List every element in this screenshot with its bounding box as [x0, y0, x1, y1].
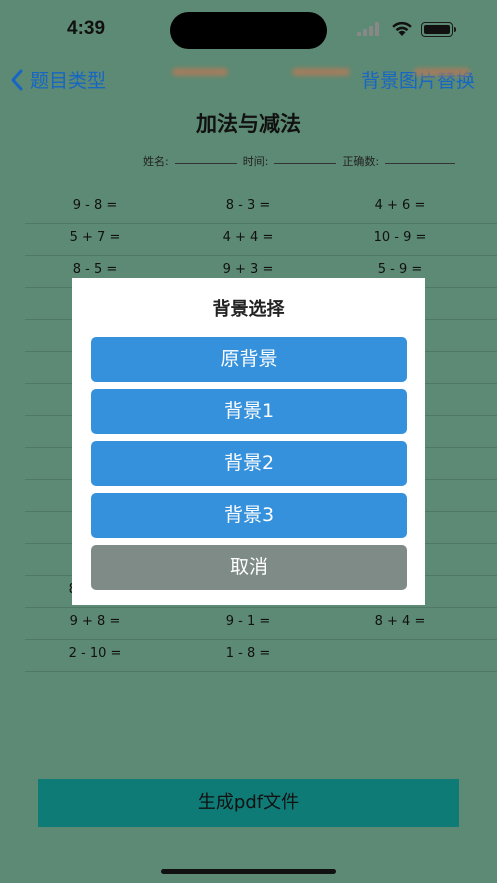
background-3-button[interactable]: 背景3 [91, 493, 407, 538]
dialog-title: 背景选择 [212, 299, 285, 320]
cancel-button[interactable]: 取消 [91, 545, 407, 590]
background-1-button[interactable]: 背景1 [91, 389, 407, 434]
background-2-button[interactable]: 背景2 [91, 441, 407, 486]
background-select-dialog: 背景选择 原背景 背景1 背景2 背景3 取消 [72, 278, 425, 605]
original-background-button[interactable]: 原背景 [91, 337, 407, 382]
modal-overlay: 背景选择 原背景 背景1 背景2 背景3 取消 [0, 0, 497, 883]
generate-pdf-button[interactable]: 生成pdf文件 [38, 779, 459, 827]
home-indicator [161, 869, 336, 874]
